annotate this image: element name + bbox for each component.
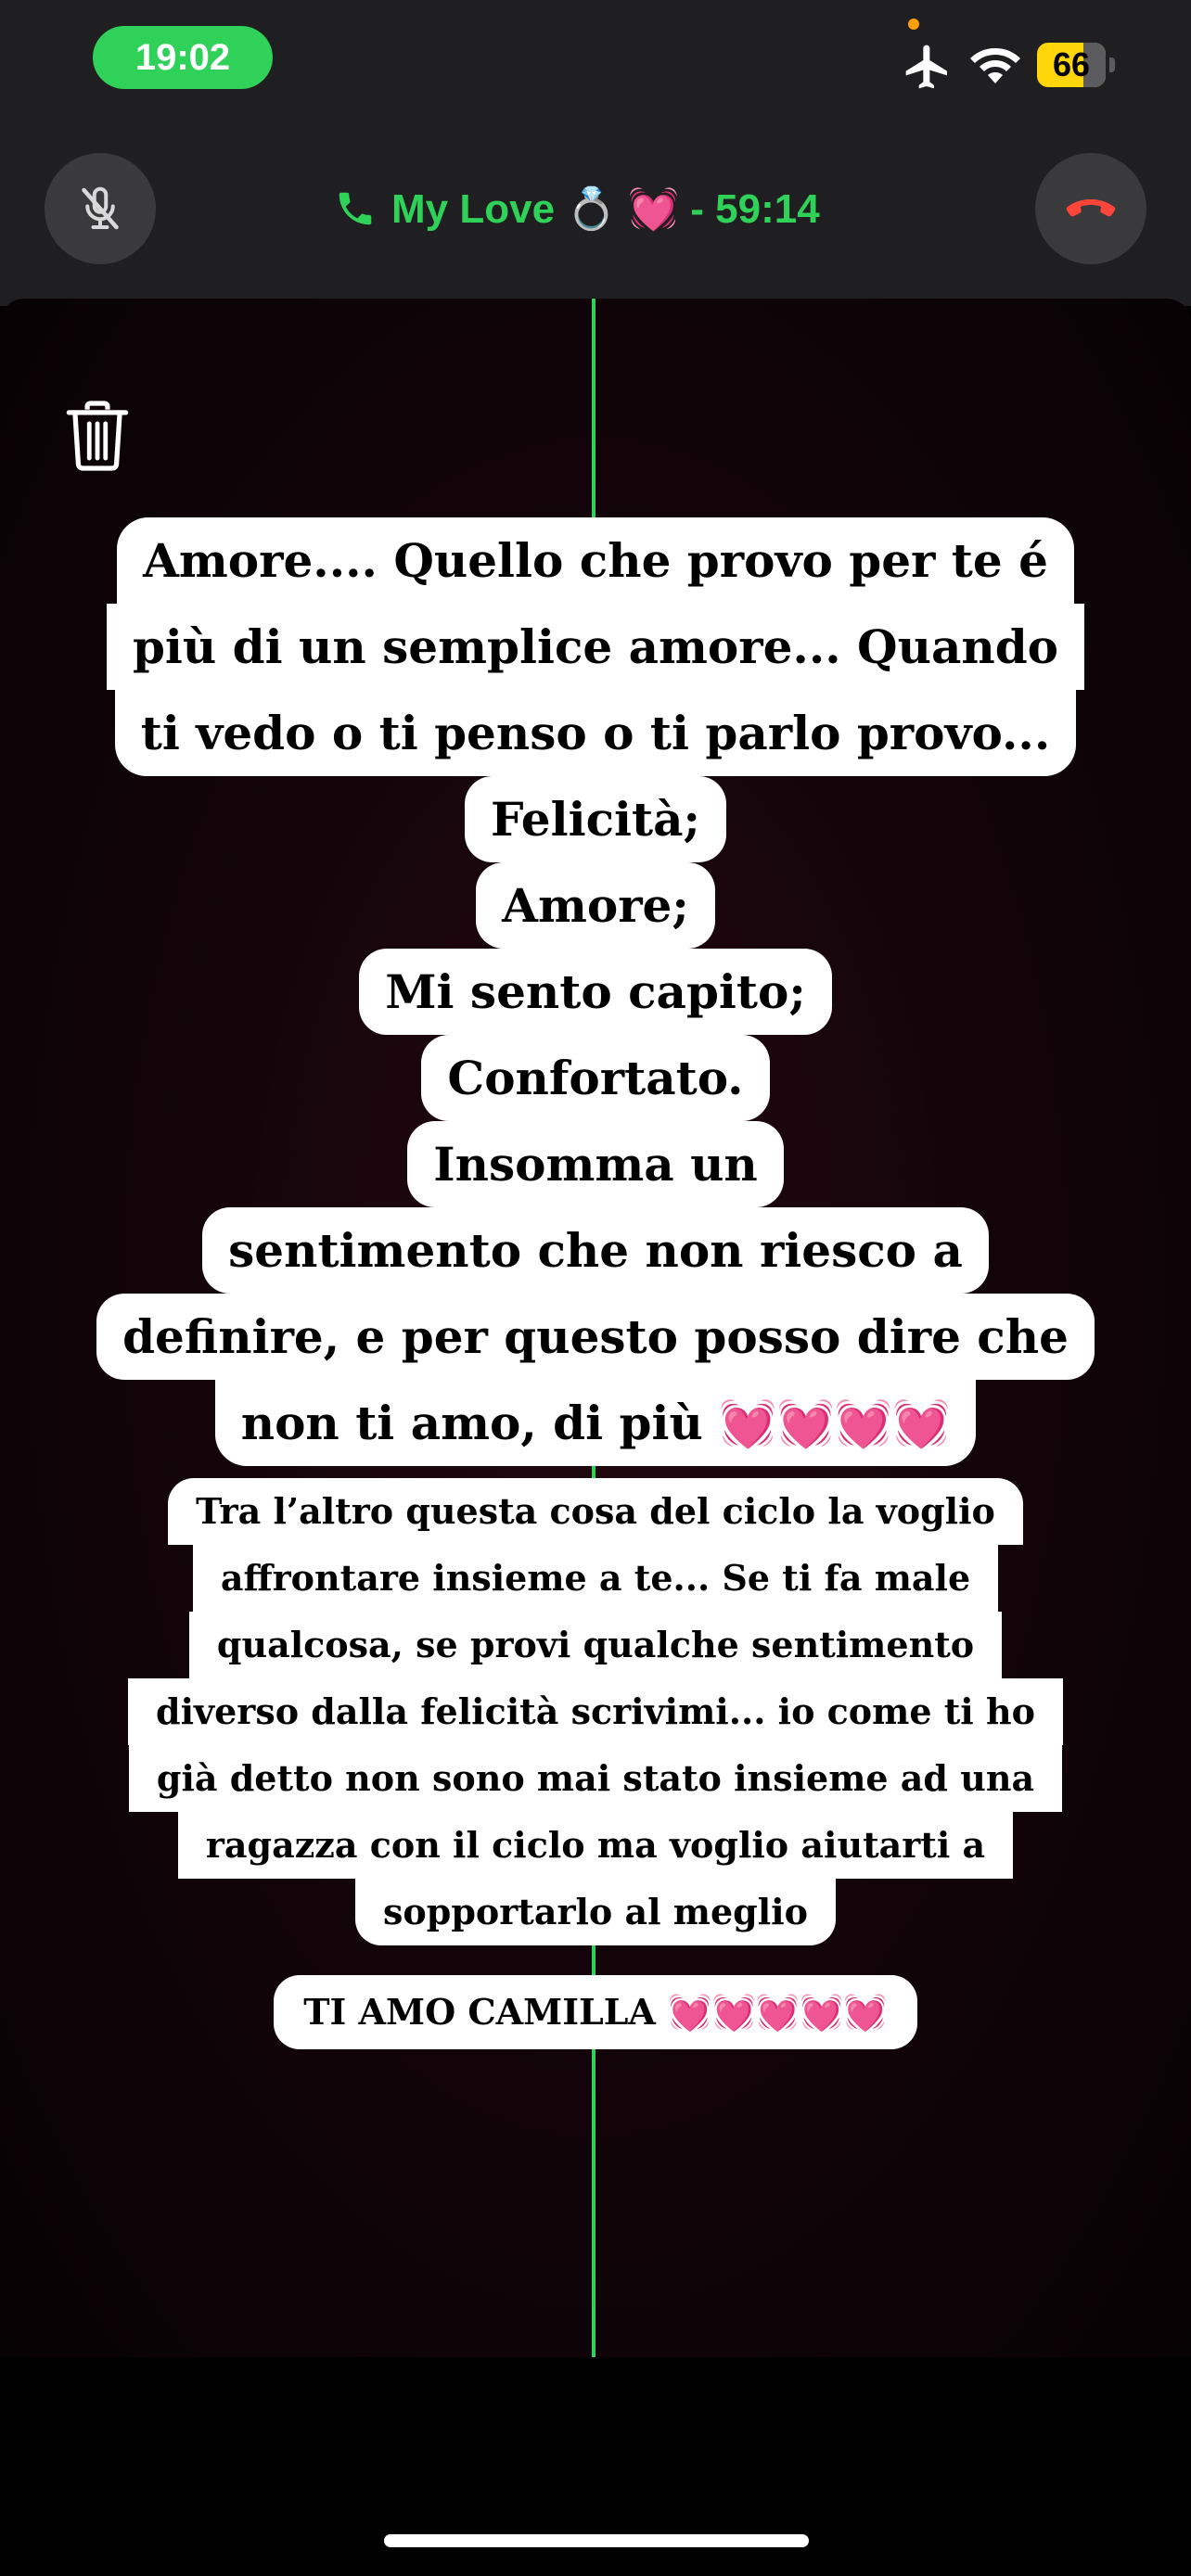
active-call-banner[interactable]: My Love 💍 💓 - 59:14 bbox=[334, 178, 820, 239]
sticker-text-line: più di un semplice amore... Quando bbox=[106, 604, 1085, 690]
sticker-text-line: Amore; bbox=[476, 862, 715, 949]
story-text-sticker-main[interactable]: Amore.... Quello che provo per te é più … bbox=[0, 517, 1191, 1466]
sticker-text-line: non ti amo, di più 💓💓💓💓 bbox=[214, 1380, 977, 1466]
end-call-button[interactable] bbox=[1035, 153, 1146, 264]
story-canvas[interactable]: Amore.... Quello che provo per te é più … bbox=[0, 299, 1191, 2357]
phone-icon bbox=[339, 192, 372, 225]
end-call-icon bbox=[1066, 199, 1116, 217]
story-text-sticker-second[interactable]: Tra l’altro questa cosa del ciclo la vog… bbox=[0, 1478, 1191, 1945]
sticker-text-line: già detto non sono mai stato insieme ad … bbox=[128, 1745, 1063, 1812]
battery-level: 66 bbox=[1052, 45, 1091, 83]
privacy-indicator-dot bbox=[908, 19, 919, 30]
call-header-area: 19:02 66 My Love 💍 💓 - 59:14 bbox=[0, 0, 1191, 306]
sticker-text-line: Mi sento capito; bbox=[359, 949, 832, 1035]
sticker-text-line: ti vedo o ti penso o ti parlo provo... bbox=[114, 690, 1077, 776]
sticker-text-line: Amore.... Quello che provo per te é bbox=[117, 517, 1074, 604]
sticker-text-line: Tra l’altro questa cosa del ciclo la vog… bbox=[168, 1478, 1023, 1545]
trash-icon[interactable] bbox=[65, 399, 130, 473]
home-indicator[interactable] bbox=[384, 2534, 809, 2547]
sticker-text-line: Confortato. bbox=[421, 1035, 770, 1121]
sticker-text-line: diverso dalla felicità scrivimi... io co… bbox=[128, 1678, 1063, 1745]
sticker-text-line: Insomma un bbox=[407, 1121, 784, 1207]
mic-slash-icon bbox=[82, 186, 119, 230]
sticker-text-line: definire, e per questo posso dire che bbox=[96, 1294, 1095, 1380]
sticker-text-line: Felicità; bbox=[465, 776, 726, 862]
sticker-text-line: affrontare insieme a te... Se ti fa male bbox=[192, 1545, 999, 1612]
status-time[interactable]: 19:02 bbox=[93, 26, 273, 89]
mute-button[interactable] bbox=[45, 153, 156, 264]
sticker-text-line: sentimento che non riesco a bbox=[202, 1207, 989, 1294]
airplane-icon bbox=[905, 45, 947, 89]
sticker-text-line: sopportarlo al meglio bbox=[355, 1879, 836, 1945]
sticker-text-line: TI AMO CAMILLA 💓💓💓💓💓 bbox=[274, 1975, 917, 2049]
story-text-sticker-love[interactable]: TI AMO CAMILLA 💓💓💓💓💓 bbox=[0, 1975, 1191, 2049]
sticker-text-line: ragazza con il ciclo ma voglio aiutarti … bbox=[177, 1812, 1014, 1879]
call-label: My Love 💍 💓 - 59:14 bbox=[391, 186, 820, 232]
sticker-text-line: qualcosa, se provi qualche sentimento bbox=[188, 1612, 1003, 1678]
wifi-icon bbox=[970, 48, 1020, 83]
battery-icon: 66 bbox=[1037, 43, 1117, 89]
